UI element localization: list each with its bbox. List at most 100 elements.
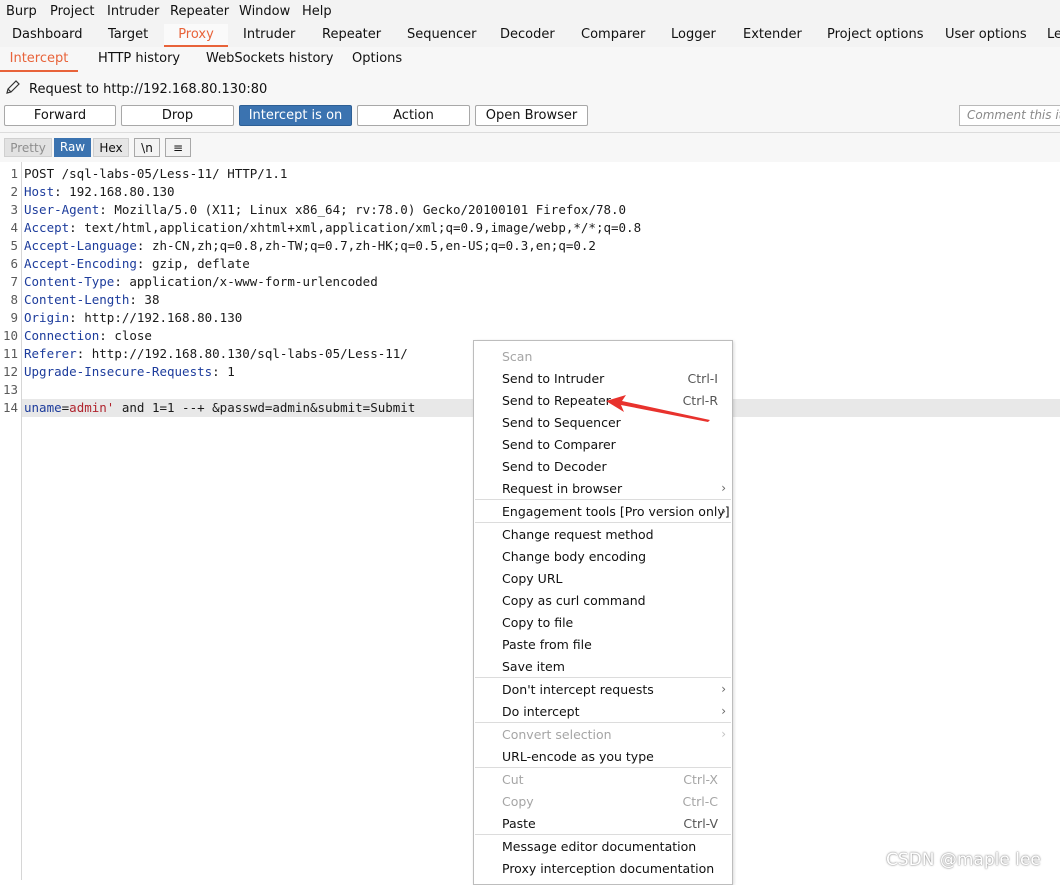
header-colon: : — [129, 292, 137, 307]
pretty-view-button[interactable]: Pretty — [4, 138, 52, 157]
menu-item-paste-from-file[interactable]: Paste from file — [474, 633, 732, 655]
open-browser-button[interactable]: Open Browser — [475, 105, 588, 126]
tab-http-history[interactable]: HTTP history — [98, 47, 180, 72]
menu-item-shortcut: Ctrl-C — [682, 794, 718, 809]
line-number: 6 — [10, 256, 18, 271]
header-line[interactable]: Referer: http://192.168.80.130/sql-labs-… — [24, 346, 408, 361]
line-number: 3 — [10, 202, 18, 217]
header-line[interactable]: Accept-Language: zh-CN,zh;q=0.8,zh-TW;q=… — [24, 238, 596, 253]
line-number: 4 — [10, 220, 18, 235]
header-line[interactable]: User-Agent: Mozilla/5.0 (X11; Linux x86_… — [24, 202, 626, 217]
menu-item-label: Send to Repeater — [502, 393, 611, 408]
header-line[interactable]: Host: 192.168.80.130 — [24, 184, 175, 199]
menu-help[interactable]: Help — [302, 4, 332, 19]
hamburger-icon: ≡ — [172, 141, 184, 155]
header-line[interactable]: Connection: close — [24, 328, 152, 343]
watermark: CSDN @maple lee — [886, 850, 1041, 870]
header-colon: : — [114, 274, 122, 289]
header-colon: : — [69, 220, 77, 235]
menu-item-paste[interactable]: Paste Ctrl-V — [474, 812, 732, 834]
header-line[interactable]: Upgrade-Insecure-Requests: 1 — [24, 364, 235, 379]
editor-menu-button[interactable]: ≡ — [165, 138, 191, 157]
header-value: 1 — [219, 364, 235, 379]
forward-button[interactable]: Forward — [4, 105, 116, 126]
menu-item-label: Change request method — [502, 527, 654, 542]
header-line[interactable]: Origin: http://192.168.80.130 — [24, 310, 242, 325]
menu-item-label: Engagement tools [Pro version only] — [502, 504, 730, 519]
newline-toggle-button[interactable]: \n — [134, 138, 160, 157]
menu-item-do-intercept[interactable]: Do intercept › — [474, 700, 732, 722]
drop-button[interactable]: Drop — [121, 105, 234, 126]
menu-item-shortcut: Ctrl-I — [687, 371, 718, 386]
header-value: gzip, deflate — [144, 256, 250, 271]
tab-target[interactable]: Target — [108, 24, 148, 47]
menu-item-save-item[interactable]: Save item — [474, 655, 732, 677]
request-body-line[interactable]: uname=admin' and 1=1 --+ &passwd=admin&s… — [24, 400, 415, 415]
tab-decoder[interactable]: Decoder — [500, 24, 555, 47]
tab-options[interactable]: Options — [352, 47, 402, 72]
menu-project[interactable]: Project — [50, 4, 94, 19]
header-line[interactable]: Content-Type: application/x-www-form-url… — [24, 274, 378, 289]
header-line[interactable]: Accept: text/html,application/xhtml+xml,… — [24, 220, 641, 235]
menu-item-change-request-method[interactable]: Change request method — [474, 523, 732, 545]
request-line[interactable]: POST /sql-labs-05/Less-11/ HTTP/1.1 — [24, 166, 287, 181]
intercept-toggle-button[interactable]: Intercept is on — [239, 105, 352, 126]
comment-field[interactable]: Comment this it — [959, 105, 1060, 126]
menu-item-change-body-encoding[interactable]: Change body encoding — [474, 545, 732, 567]
line-text: POST /sql-labs-05/Less-11/ HTTP/1.1 — [24, 166, 288, 181]
tab-intercept[interactable]: Intercept — [0, 47, 78, 72]
tab-sequencer[interactable]: Sequencer — [407, 24, 476, 47]
menu-item-label: Request in browser — [502, 481, 623, 496]
hex-view-button[interactable]: Hex — [93, 138, 129, 157]
param-name: uname — [24, 400, 62, 415]
tab-intruder[interactable]: Intruder — [243, 24, 295, 47]
chevron-right-icon: › — [721, 504, 726, 518]
menu-repeater[interactable]: Repeater — [170, 4, 229, 19]
menu-item-proxy-interception-documentation[interactable]: Proxy interception documentation — [474, 857, 732, 879]
tab-logger[interactable]: Logger — [671, 24, 716, 47]
line-number: 9 — [10, 310, 18, 325]
menu-window[interactable]: Window — [239, 4, 290, 19]
tab-dashboard[interactable]: Dashboard — [12, 24, 83, 47]
param-rest: and 1=1 --+ &passwd=admin&submit=Submit — [114, 400, 416, 415]
menu-bar: Burp Project Intruder Repeater Window He… — [0, 0, 1060, 25]
menu-item-send-to-intruder[interactable]: Send to Intruder Ctrl-I — [474, 367, 732, 389]
menu-item-send-to-decoder[interactable]: Send to Decoder — [474, 455, 732, 477]
menu-item-copy-url[interactable]: Copy URL — [474, 567, 732, 589]
menu-item-request-in-browser[interactable]: Request in browser › — [474, 477, 732, 499]
line-number: 13 — [2, 382, 18, 397]
tab-comparer[interactable]: Comparer — [581, 24, 645, 47]
menu-item-label: Send to Decoder — [502, 459, 607, 474]
menu-item-label: Copy — [502, 794, 534, 809]
tab-repeater[interactable]: Repeater — [322, 24, 381, 47]
header-name: Accept-Language — [24, 238, 137, 253]
header-name: Content-Type — [24, 274, 115, 289]
pencil-icon[interactable] — [5, 79, 21, 95]
menu-item-engagement-tools-pro-version-only[interactable]: Engagement tools [Pro version only] › — [474, 500, 732, 522]
header-colon: : — [212, 364, 220, 379]
action-button[interactable]: Action — [357, 105, 470, 126]
header-line[interactable]: Accept-Encoding: gzip, deflate — [24, 256, 250, 271]
menu-intruder[interactable]: Intruder — [107, 4, 159, 19]
tab-websockets-history[interactable]: WebSockets history — [206, 47, 333, 72]
menu-item-url-encode-as-you-type[interactable]: URL-encode as you type — [474, 745, 732, 767]
tab-user-options[interactable]: User options — [945, 24, 1027, 47]
tab-learn[interactable]: Le — [1047, 24, 1060, 47]
raw-view-button[interactable]: Raw — [54, 138, 91, 157]
menu-item-copy-to-file[interactable]: Copy to file — [474, 611, 732, 633]
menu-item-copy-as-curl-command[interactable]: Copy as curl command — [474, 589, 732, 611]
tab-extender[interactable]: Extender — [743, 24, 802, 47]
tab-proxy[interactable]: Proxy — [164, 24, 228, 47]
menu-item-message-editor-documentation[interactable]: Message editor documentation — [474, 835, 732, 857]
menu-item-copy: Copy Ctrl-C — [474, 790, 732, 812]
menu-item-don-t-intercept-requests[interactable]: Don't intercept requests › — [474, 678, 732, 700]
header-colon: : — [69, 310, 77, 325]
menu-item-label: Send to Intruder — [502, 371, 605, 386]
header-line[interactable]: Content-Length: 38 — [24, 292, 159, 307]
header-name: Accept — [24, 220, 70, 235]
tab-project-options[interactable]: Project options — [827, 24, 924, 47]
menu-item-send-to-comparer[interactable]: Send to Comparer — [474, 433, 732, 455]
header-value: http://192.168.80.130/sql-labs-05/Less-1… — [84, 346, 408, 361]
menu-burp[interactable]: Burp — [6, 4, 37, 19]
menu-item-cut: Cut Ctrl-X — [474, 768, 732, 790]
